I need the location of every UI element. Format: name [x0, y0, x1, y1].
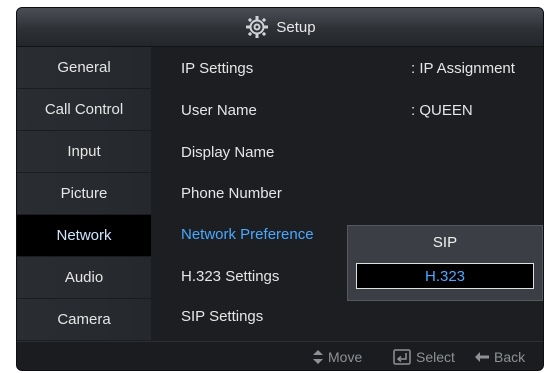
sidebar-item-picture[interactable]: Picture [17, 173, 151, 215]
dropdown-option-h323[interactable]: H.323 [356, 263, 534, 289]
title-bar: Setup [17, 8, 543, 47]
sidebar-item-label: Audio [64, 269, 104, 286]
window-title: Setup [276, 18, 316, 36]
network-preference-dropdown: SIP H.323 [347, 225, 543, 301]
setting-network-preference[interactable]: Network Preference [181, 226, 314, 243]
sidebar-item-label: Camera [57, 311, 111, 328]
dropdown-option-sip[interactable]: SIP [348, 234, 542, 251]
select-label: Select [416, 349, 455, 365]
settings-panel: IP Settings : IP Assignment User Name : … [151, 47, 543, 341]
setting-user-name[interactable]: User Name [181, 102, 257, 119]
sidebar: General Call Control Input Picture Netwo… [17, 47, 151, 341]
sidebar-item-audio[interactable]: Audio [17, 257, 151, 299]
sidebar-item-label: Input [67, 143, 101, 160]
sidebar-item-call-control[interactable]: Call Control [17, 89, 151, 131]
back-label: Back [494, 349, 526, 365]
sidebar-item-label: Picture [60, 185, 108, 202]
dropdown-option-label: H.323 [424, 267, 466, 285]
select-hint: Select [393, 349, 455, 365]
setting-h323-settings[interactable]: H.323 Settings [181, 268, 279, 285]
ip-settings-value: : IP Assignment [411, 60, 515, 77]
back-hint: Back [475, 349, 525, 365]
gear-icon [244, 14, 270, 40]
sidebar-item-network[interactable]: Network [17, 215, 151, 257]
move-hint: Move [313, 349, 362, 365]
sidebar-item-general[interactable]: General [17, 47, 151, 89]
sidebar-item-label: General [57, 59, 111, 76]
setting-ip-settings[interactable]: IP Settings [181, 60, 253, 77]
sidebar-item-camera[interactable]: Camera [17, 299, 151, 341]
setting-sip-settings[interactable]: SIP Settings [181, 308, 263, 325]
setting-phone-number[interactable]: Phone Number [181, 185, 282, 202]
sidebar-item-label: Network [56, 227, 112, 244]
setting-display-name[interactable]: Display Name [181, 144, 274, 161]
sidebar-item-label: Call Control [44, 101, 124, 118]
back-arrow-icon [475, 352, 489, 362]
enter-icon [393, 349, 411, 365]
move-label: Move [328, 349, 363, 365]
footer-hints: Move Select Back [17, 341, 543, 370]
up-down-arrow-icon [313, 350, 323, 364]
setup-window: Setup General Call Control Input Picture… [16, 7, 544, 371]
user-name-value: : QUEEN [411, 102, 473, 119]
sidebar-item-input[interactable]: Input [17, 131, 151, 173]
